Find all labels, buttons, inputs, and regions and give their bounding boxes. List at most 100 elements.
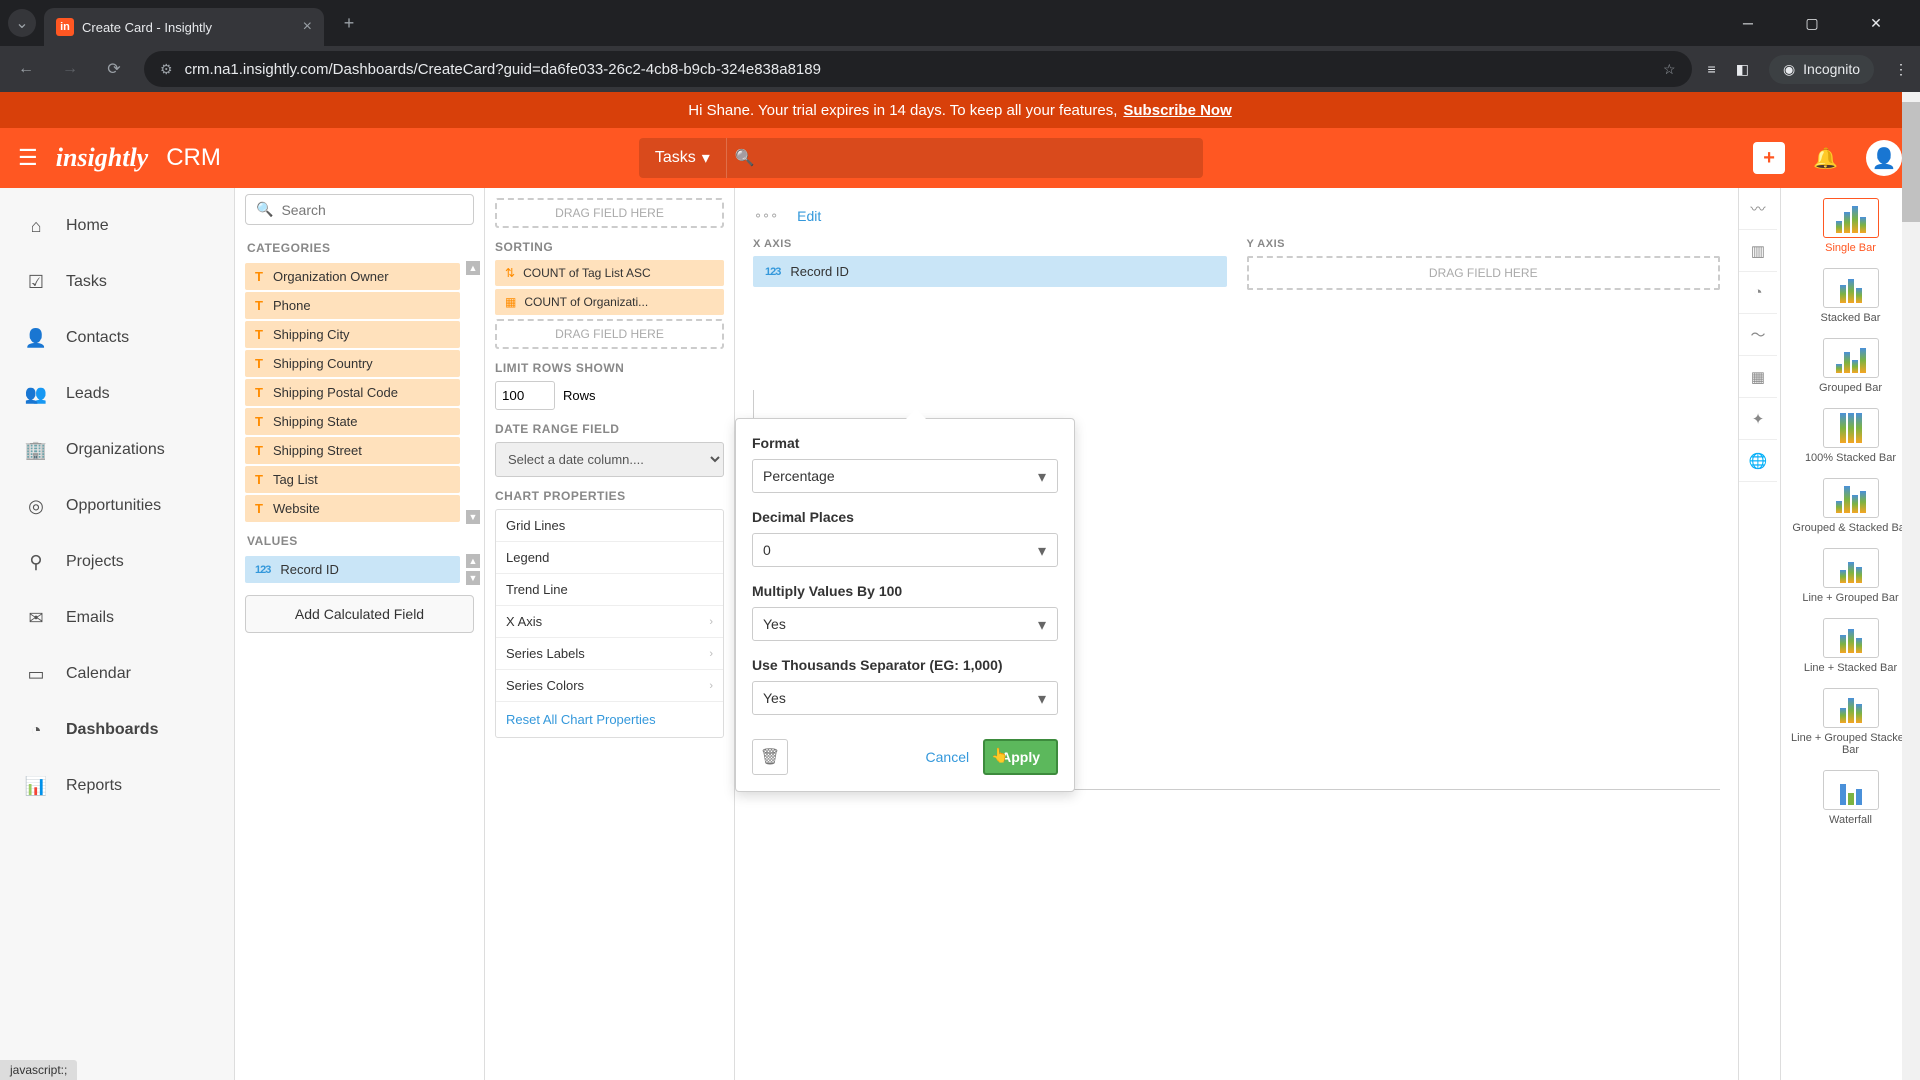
chart-type-line-grouped-stacked[interactable]: Line + Grouped Stacked Bar — [1781, 684, 1920, 766]
page-scrollbar[interactable] — [1902, 92, 1920, 1080]
back-button[interactable]: ← — [12, 60, 40, 78]
globe-icon[interactable]: 🌐 — [1739, 440, 1777, 482]
notifications-icon[interactable]: 🔔 — [1813, 146, 1838, 171]
field-shipping-street[interactable]: TShipping Street — [245, 437, 460, 464]
line-chart-icon[interactable]: 〰 — [1739, 188, 1777, 230]
fields-panel: 🔍 Search CATEGORIES ▲ TOrganization Owne… — [235, 188, 485, 1080]
subscribe-link[interactable]: Subscribe Now — [1123, 102, 1231, 119]
chart-type-grouped-stacked[interactable]: Grouped & Stacked Bar — [1781, 474, 1920, 544]
reset-chart-props-link[interactable]: Reset All Chart Properties — [496, 702, 723, 737]
nav-dashboards[interactable]: ◔Dashboards — [0, 702, 234, 758]
chart-type-waterfall[interactable]: Waterfall — [1781, 766, 1920, 836]
prop-series-labels[interactable]: Series Labels› — [496, 638, 723, 670]
pie-chart-icon[interactable]: ◔ — [1739, 272, 1777, 314]
close-window-button[interactable]: ✕ — [1856, 3, 1896, 43]
tab-close-icon[interactable]: × — [303, 18, 312, 36]
scroll-up-icon[interactable]: ▲ — [466, 554, 480, 568]
format-select[interactable]: Percentage — [752, 459, 1058, 493]
cancel-button[interactable]: Cancel — [926, 749, 970, 765]
nav-organizations[interactable]: 🏢Organizations — [0, 422, 234, 478]
menu-toggle-icon[interactable]: ☰ — [18, 145, 38, 171]
chart-type-single-bar[interactable]: Single Bar — [1781, 194, 1920, 264]
field-phone[interactable]: TPhone — [245, 292, 460, 319]
calendar-icon: ▦ — [505, 295, 516, 309]
avatar[interactable]: 👤 — [1866, 140, 1902, 176]
drag-zone-top[interactable]: DRAG FIELD HERE — [495, 198, 724, 228]
logo[interactable]: insightly — [56, 143, 148, 173]
prop-trend-line[interactable]: Trend Line — [496, 574, 723, 606]
text-type-icon: T — [255, 385, 263, 400]
panel-icon[interactable]: ◧ — [1736, 61, 1749, 78]
thousands-select[interactable]: Yes — [752, 681, 1058, 715]
nav-reports[interactable]: 📊Reports — [0, 758, 234, 814]
nav-contacts[interactable]: 👤Contacts — [0, 310, 234, 366]
extensions-icon[interactable]: ≡ — [1708, 61, 1716, 77]
decimal-select[interactable]: 0 — [752, 533, 1058, 567]
nav-leads[interactable]: 👥Leads — [0, 366, 234, 422]
bookmark-icon[interactable]: ☆ — [1663, 61, 1676, 78]
categories-header: CATEGORIES — [235, 231, 484, 261]
chart-type-stacked-bar[interactable]: Stacked Bar — [1781, 264, 1920, 334]
global-search-input[interactable] — [763, 150, 1203, 167]
table-icon[interactable]: ▦ — [1739, 356, 1777, 398]
chart-type-100-stacked[interactable]: 100% Stacked Bar — [1781, 404, 1920, 474]
prop-series-colors[interactable]: Series Colors› — [496, 670, 723, 702]
add-calculated-field-button[interactable]: Add Calculated Field — [245, 595, 474, 633]
limit-input[interactable] — [495, 381, 555, 410]
apply-button[interactable]: 👆 Apply — [983, 739, 1058, 775]
new-tab-button[interactable]: + — [334, 8, 364, 38]
add-button[interactable]: + — [1753, 142, 1785, 174]
nav-projects[interactable]: ⚲Projects — [0, 534, 234, 590]
multiply-select[interactable]: Yes — [752, 607, 1058, 641]
address-input-wrap[interactable]: ⚙ crm.na1.insightly.com/Dashboards/Creat… — [144, 51, 1692, 87]
minimize-button[interactable]: ─ — [1728, 3, 1768, 43]
date-range-select[interactable]: Select a date column.... — [495, 442, 724, 477]
prop-x-axis[interactable]: X Axis› — [496, 606, 723, 638]
field-tag-list[interactable]: TTag List — [245, 466, 460, 493]
drag-handle-icon[interactable]: ⚬⚬⚬ — [753, 209, 777, 223]
maximize-button[interactable]: ▢ — [1792, 3, 1832, 43]
chart-type-line-stacked[interactable]: Line + Stacked Bar — [1781, 614, 1920, 684]
field-shipping-postal[interactable]: TShipping Postal Code — [245, 379, 460, 406]
field-organization-owner[interactable]: TOrganization Owner — [245, 263, 460, 290]
chart-type-line-grouped[interactable]: Line + Grouped Bar — [1781, 544, 1920, 614]
scroll-up-icon[interactable]: ▲ — [466, 261, 480, 275]
browser-menu-icon[interactable]: ⋮ — [1894, 61, 1908, 78]
incognito-badge[interactable]: ◉ Incognito — [1769, 55, 1874, 84]
drag-zone-sort[interactable]: DRAG FIELD HERE — [495, 319, 724, 349]
nav-calendar[interactable]: ▭Calendar — [0, 646, 234, 702]
nav-opportunities[interactable]: ◎Opportunities — [0, 478, 234, 534]
y-axis-drop-zone[interactable]: DRAG FIELD HERE — [1247, 256, 1721, 290]
edit-link[interactable]: Edit — [797, 208, 821, 224]
search-scope-dropdown[interactable]: Tasks ▾ — [639, 138, 727, 178]
nav-home[interactable]: ⌂Home — [0, 198, 234, 254]
popover-buttons: 🗑 Cancel 👆 Apply — [752, 739, 1058, 775]
field-shipping-city[interactable]: TShipping City — [245, 321, 460, 348]
nav-emails[interactable]: ✉Emails — [0, 590, 234, 646]
scroll-thumb[interactable] — [1902, 102, 1920, 222]
browser-tab[interactable]: in Create Card - Insightly × — [44, 8, 324, 46]
delete-button[interactable]: 🗑 — [752, 739, 788, 775]
bar-chart-icon[interactable]: ▥ — [1739, 230, 1777, 272]
field-record-id[interactable]: 123Record ID — [245, 556, 460, 583]
sort-item-1[interactable]: ⇅COUNT of Tag List ASC — [495, 260, 724, 286]
forward-button[interactable]: → — [56, 60, 84, 78]
field-shipping-country[interactable]: TShipping Country — [245, 350, 460, 377]
field-search[interactable]: 🔍 Search — [245, 194, 474, 225]
sort-item-2[interactable]: ▦COUNT of Organizati... — [495, 289, 724, 315]
prop-legend[interactable]: Legend — [496, 542, 723, 574]
site-settings-icon[interactable]: ⚙ — [160, 61, 173, 78]
field-shipping-state[interactable]: TShipping State — [245, 408, 460, 435]
sparkle-icon[interactable]: ✦ — [1739, 398, 1777, 440]
prop-grid-lines[interactable]: Grid Lines — [496, 510, 723, 542]
x-axis-chip[interactable]: 123 Record ID — [753, 256, 1227, 287]
tab-search-button[interactable]: ⌄ — [8, 9, 36, 37]
nav-tasks[interactable]: ☑Tasks — [0, 254, 234, 310]
area-chart-icon[interactable]: 〜 — [1739, 314, 1777, 356]
chart-type-grouped-bar[interactable]: Grouped Bar — [1781, 334, 1920, 404]
reload-button[interactable]: ⟳ — [100, 59, 128, 79]
scroll-down-icon[interactable]: ▼ — [466, 571, 480, 585]
field-website[interactable]: TWebsite — [245, 495, 460, 522]
scroll-down-icon[interactable]: ▼ — [466, 510, 480, 524]
limit-row: Rows — [495, 381, 724, 410]
